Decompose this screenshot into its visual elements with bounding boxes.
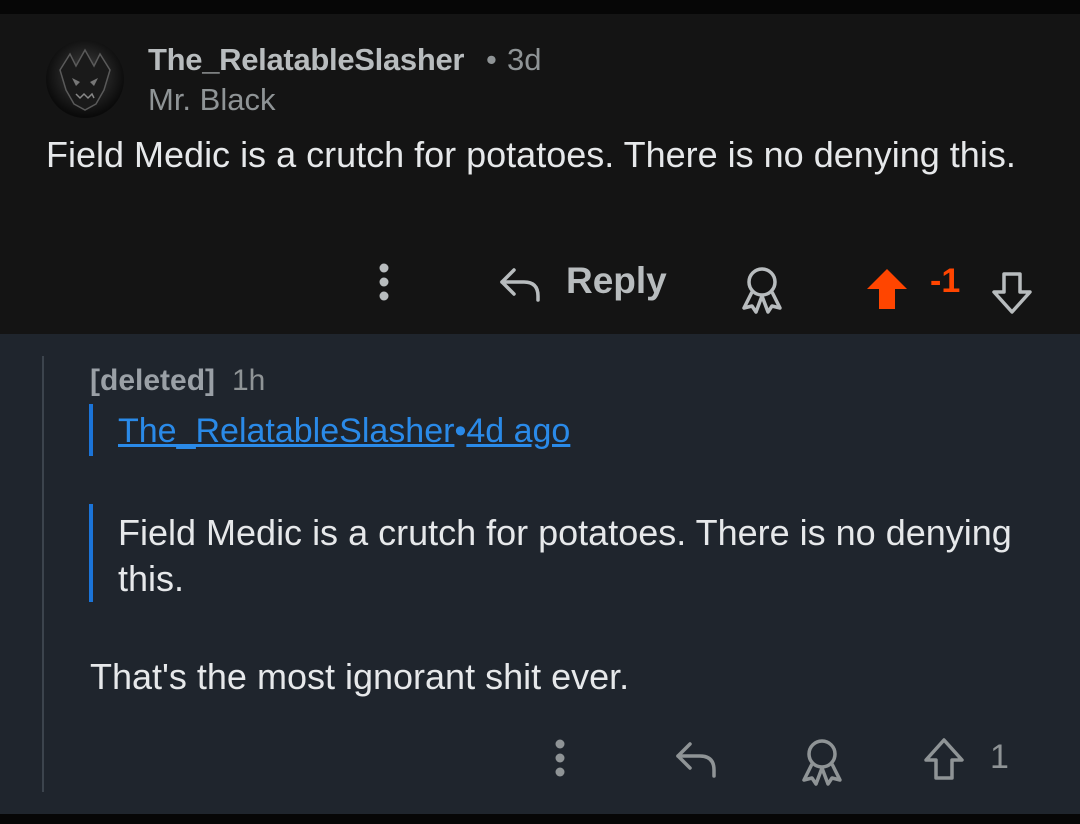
award-icon[interactable] xyxy=(738,264,786,316)
reply-arrow-icon[interactable] xyxy=(674,738,720,780)
vote-count: -1 xyxy=(930,262,961,300)
reply-arrow-icon[interactable] xyxy=(498,264,544,304)
reply-button[interactable]: Reply xyxy=(566,260,667,302)
upvote-arrow-icon[interactable] xyxy=(864,266,910,312)
comment-author: [deleted] xyxy=(90,364,216,397)
parent-comment: The_RelatableSlasher • 3d Mr. Black Fiel… xyxy=(0,14,1080,334)
thread-line[interactable] xyxy=(42,356,44,792)
reply-comment: [deleted] 1h The_RelatableSlasher•4d ago… xyxy=(0,334,1080,814)
avatar[interactable] xyxy=(46,40,124,118)
more-vertical-icon[interactable] xyxy=(548,738,572,778)
separator-dot: • xyxy=(486,42,497,77)
comment-age: 1h xyxy=(232,364,266,397)
comment-author[interactable]: The_RelatableSlasher xyxy=(148,42,465,78)
bottom-edge xyxy=(0,814,1080,824)
downvote-arrow-icon[interactable] xyxy=(990,270,1034,316)
quoted-user-link[interactable]: The_RelatableSlasher xyxy=(118,412,454,450)
top-edge xyxy=(0,0,1080,14)
user-flair: Mr. Black xyxy=(148,82,276,117)
comment-age: 3d xyxy=(507,42,542,77)
quoted-text: Field Medic is a crutch for potatoes. Th… xyxy=(118,512,1012,599)
vote-count: 1 xyxy=(990,738,1009,776)
quote-header: The_RelatableSlasher•4d ago xyxy=(118,412,570,451)
quote-bar xyxy=(89,404,93,456)
upvote-arrow-icon[interactable] xyxy=(922,736,966,782)
award-icon[interactable] xyxy=(798,736,846,788)
more-vertical-icon[interactable] xyxy=(372,262,396,302)
comment-body: That's the most ignorant shit ever. xyxy=(90,656,630,697)
quoted-age-link[interactable]: 4d ago xyxy=(466,412,570,450)
comment-body: Field Medic is a crutch for potatoes. Th… xyxy=(46,134,1016,175)
separator-dot: • xyxy=(454,412,467,450)
quote-bar xyxy=(89,504,93,602)
